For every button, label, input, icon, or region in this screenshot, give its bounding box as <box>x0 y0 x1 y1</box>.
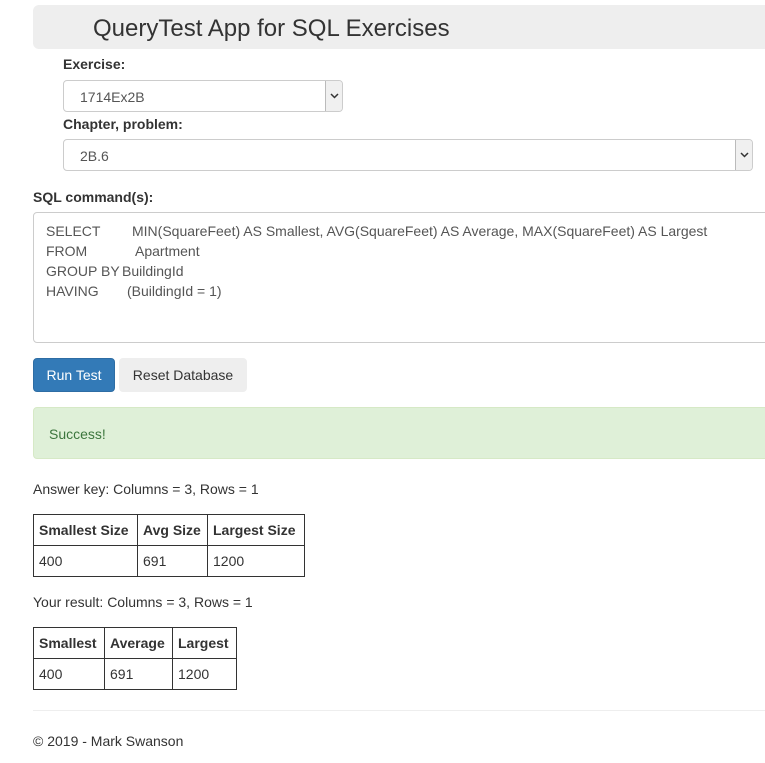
sql-label: SQL command(s): <box>33 189 154 205</box>
column-header: Avg Size <box>137 514 208 546</box>
reset-database-button[interactable]: Reset Database <box>119 358 247 392</box>
sql-line: FROM Apartment <box>46 241 765 261</box>
table-cell: 1200 <box>172 658 237 690</box>
column-header: Largest Size <box>207 514 305 546</box>
sql-clause: MIN(SquareFeet) AS Smallest, AVG(SquareF… <box>132 223 708 239</box>
sql-line: HAVING (BuildingId = 1) <box>46 281 765 301</box>
sql-clause: (BuildingId = 1) <box>127 283 222 299</box>
column-header: Largest <box>172 627 237 659</box>
table-cell: 400 <box>33 545 138 577</box>
sql-line: SELECT MIN(SquareFeet) AS Smallest, AVG(… <box>46 221 765 241</box>
chapter-label: Chapter, problem: <box>63 116 183 132</box>
alert-text: Success! <box>49 426 106 442</box>
column-header: Smallest <box>33 627 105 659</box>
sql-keyword: FROM <box>46 243 88 259</box>
answer-key-summary: Answer key: Columns = 3, Rows = 1 <box>33 481 259 497</box>
table-cell: 1200 <box>207 545 305 577</box>
sql-keyword: HAVING <box>46 283 99 299</box>
chapter-select-value: 2B.6 <box>80 148 109 164</box>
table-cell: 691 <box>137 545 208 577</box>
table-cell: 400 <box>33 658 105 690</box>
table-header-row: Smallest Average Largest <box>33 627 237 659</box>
table-cell: 691 <box>104 658 173 690</box>
exercise-select[interactable]: 1714Ex2B <box>63 80 343 112</box>
table-row: 400 691 1200 <box>33 545 305 577</box>
result-table: Smallest Average Largest 400 691 1200 <box>33 627 237 690</box>
sql-keyword: SELECT <box>46 223 101 239</box>
result-summary: Your result: Columns = 3, Rows = 1 <box>33 594 253 610</box>
sql-textarea[interactable]: SELECT MIN(SquareFeet) AS Smallest, AVG(… <box>33 212 765 343</box>
exercise-select-value: 1714Ex2B <box>80 89 145 105</box>
sql-keyword: GROUP BY <box>46 263 120 279</box>
chevron-down-icon[interactable] <box>735 140 752 170</box>
sql-line: GROUP BY BuildingId <box>46 261 765 281</box>
footer-copyright: © 2019 - Mark Swanson <box>33 733 184 749</box>
table-header-row: Smallest Size Avg Size Largest Size <box>33 514 305 546</box>
page-header: QueryTest App for SQL Exercises <box>33 5 765 49</box>
sql-clause: BuildingId <box>122 263 184 279</box>
run-test-button[interactable]: Run Test <box>33 358 115 392</box>
answer-key-table: Smallest Size Avg Size Largest Size 400 … <box>33 514 305 577</box>
exercise-label: Exercise: <box>63 56 126 72</box>
footer-divider <box>33 710 765 711</box>
success-alert: Success! <box>33 407 765 459</box>
column-header: Smallest Size <box>33 514 138 546</box>
table-row: 400 691 1200 <box>33 658 237 690</box>
chapter-select[interactable]: 2B.6 <box>63 139 753 171</box>
page-title: QueryTest App for SQL Exercises <box>93 15 450 42</box>
chevron-down-icon[interactable] <box>325 81 342 111</box>
sql-clause: Apartment <box>135 243 200 259</box>
column-header: Average <box>104 627 173 659</box>
